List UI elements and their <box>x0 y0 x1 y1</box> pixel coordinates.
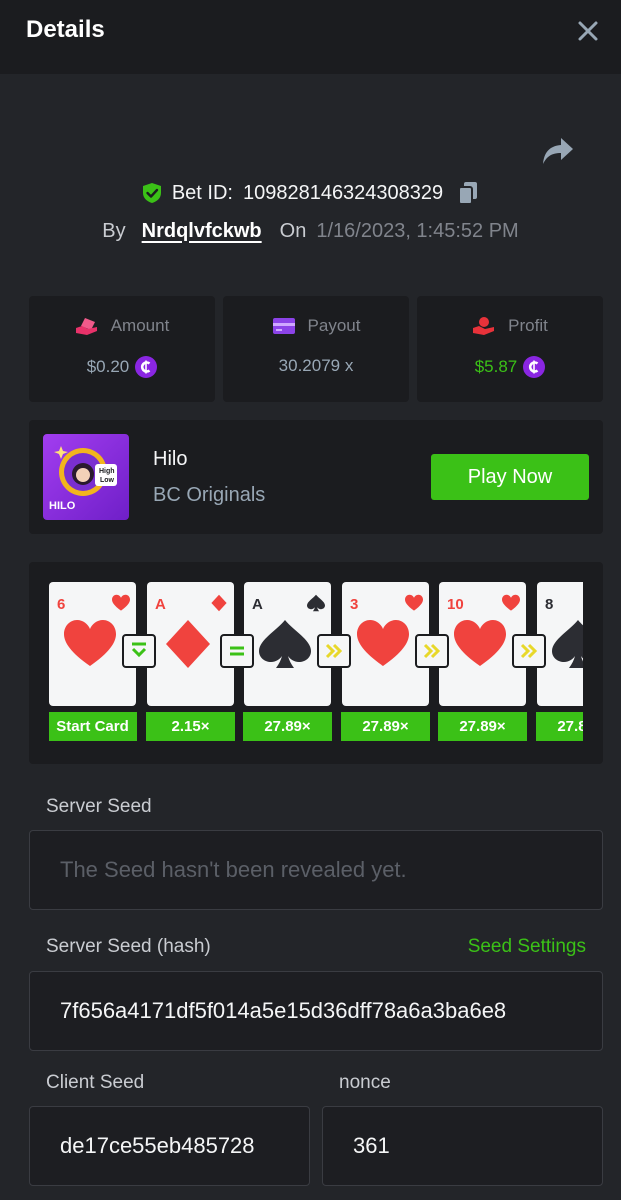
multiplier-badge: 27.89× <box>243 712 332 741</box>
seed-settings-link[interactable]: Seed Settings <box>468 936 586 958</box>
cards-history: 6 Start Card A 2.15× A 27.89× 3 27.89× 10 27.89× 8… <box>29 562 603 764</box>
multiplier-badge: 27.89× <box>536 712 583 741</box>
profit-hand-icon <box>473 317 495 335</box>
client-seed-label: Client Seed <box>46 1072 145 1093</box>
diamond-suit-icon <box>211 594 227 612</box>
copy-icon[interactable] <box>457 181 479 205</box>
thumb-hilo-text: HILO <box>49 500 76 512</box>
close-icon[interactable] <box>577 20 599 42</box>
card-rank: 6 <box>57 596 66 613</box>
coin-icon <box>135 356 158 378</box>
profit-stat: Profit $5.87 <box>417 296 603 402</box>
shield-check-icon <box>142 183 161 203</box>
multiplier-badge: Start Card <box>49 712 137 741</box>
payout-label: Payout <box>307 316 361 335</box>
game-card: High Low HILO Hilo BC Originals Play Now <box>29 420 603 534</box>
heart-suit-icon <box>502 594 520 611</box>
amount-stat: Amount $0.20 <box>29 296 215 402</box>
nonce-label: nonce <box>339 1072 391 1093</box>
card-rank: 10 <box>447 596 464 613</box>
heart-suit-icon <box>64 620 116 666</box>
heart-suit-icon <box>454 620 506 666</box>
username-link[interactable]: Nrdqlvfckwb <box>142 220 262 243</box>
lower-or-same-arrow-icon <box>122 634 156 668</box>
spade-suit-icon <box>552 620 583 668</box>
equal-arrow-icon <box>220 634 254 668</box>
skip-arrow-icon <box>415 634 449 668</box>
money-hand-icon <box>75 318 97 335</box>
server-seed-field[interactable]: The Seed hasn't been revealed yet. <box>29 830 603 910</box>
page-title: Details <box>26 16 105 43</box>
share-icon[interactable] <box>541 136 575 166</box>
cards-strip[interactable]: 6 Start Card A 2.15× A 27.89× 3 27.89× 10 27.89× 8… <box>49 582 583 744</box>
bet-meta-row: By Nrdqlvfckwb On 1/16/2023, 1:45:52 PM <box>0 216 621 246</box>
hilo-game-thumbnail[interactable]: High Low HILO <box>43 434 129 520</box>
server-seed-label: Server Seed <box>46 796 152 817</box>
game-provider: BC Originals <box>153 484 266 506</box>
card-rank: 3 <box>350 596 359 613</box>
thumb-low-text: Low <box>100 477 114 484</box>
card-rank: A <box>252 596 263 613</box>
bet-id-prefix: Bet ID: <box>171 181 233 204</box>
heart-suit-icon <box>112 594 130 611</box>
game-name: Hilo <box>153 448 188 470</box>
heart-suit-icon <box>405 594 423 611</box>
spade-suit-icon <box>307 594 325 612</box>
client-seed-field[interactable]: de17ce55eb485728 <box>29 1106 310 1186</box>
wallet-card-icon <box>272 318 295 334</box>
multiplier-badge: 27.89× <box>438 712 527 741</box>
payout-value: 30.2079 x <box>278 356 354 375</box>
server-seed-hash-field[interactable]: 7f656a4171df5f014a5e15d36dff78a6a3ba6e8 <box>29 971 603 1051</box>
bet-date: 1/16/2023, 1:45:52 PM <box>316 219 519 242</box>
heart-suit-icon <box>357 620 409 666</box>
amount-label: Amount <box>110 316 170 335</box>
on-label: On <box>279 219 307 242</box>
amount-value: $0.20 <box>86 357 130 376</box>
spade-suit-icon <box>259 620 311 668</box>
bet-id-value: 109828146324308329 <box>242 181 444 204</box>
server-seed-hash-label: Server Seed (hash) <box>46 936 211 957</box>
thumb-high-text: High <box>99 468 115 475</box>
profit-value: $5.87 <box>474 357 518 376</box>
payout-stat: Payout 30.2079 x <box>223 296 409 402</box>
card-rank: 8 <box>545 596 554 613</box>
coin-icon <box>523 356 546 378</box>
bet-id-row: Bet ID: 109828146324308329 <box>0 178 621 208</box>
multiplier-badge: 27.89× <box>341 712 430 741</box>
by-label: By <box>102 219 126 242</box>
nonce-field[interactable]: 361 <box>322 1106 603 1186</box>
card-rank: A <box>155 596 166 613</box>
play-now-button[interactable]: Play Now <box>431 454 589 500</box>
skip-arrow-icon <box>512 634 546 668</box>
multiplier-badge: 2.15× <box>146 712 235 741</box>
details-header: Details <box>0 0 621 74</box>
skip-arrow-icon <box>317 634 351 668</box>
diamond-suit-icon <box>166 620 210 668</box>
profit-label: Profit <box>508 316 548 335</box>
